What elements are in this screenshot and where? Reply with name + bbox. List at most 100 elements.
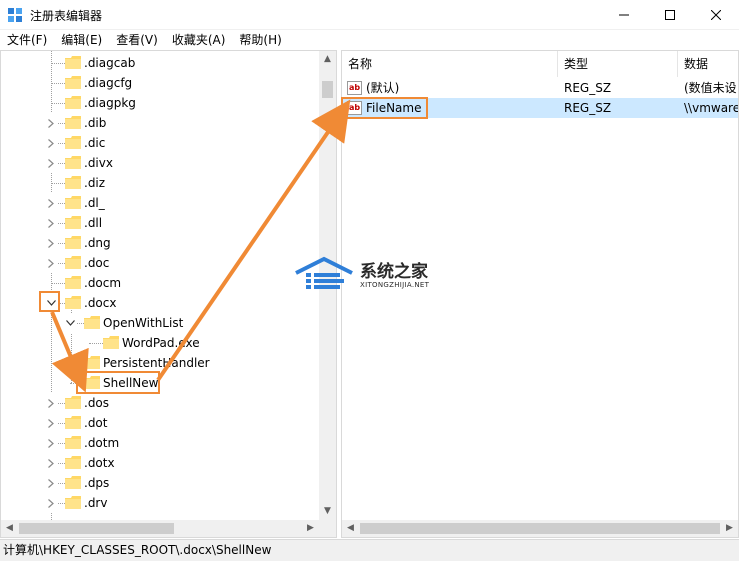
tree-connector-line: [89, 343, 103, 344]
folder-icon: [65, 476, 81, 489]
scrollbar-corner: [319, 520, 336, 537]
menu-help[interactable]: 帮助(H): [232, 30, 288, 50]
folder-icon: [103, 336, 119, 349]
values-hscroll-thumb[interactable]: [360, 523, 720, 534]
folder-icon: [65, 76, 81, 89]
tree-item-dng[interactable]: .dng: [1, 233, 319, 253]
folder-icon: [65, 236, 81, 249]
tree-item-dll[interactable]: .dll: [1, 213, 319, 233]
tree-item-shellnew[interactable]: ShellNew: [1, 373, 319, 393]
tree-item-label: .dic: [84, 136, 106, 150]
tree-item-persistenthandler[interactable]: PersistentHandler: [1, 353, 319, 373]
tree-item-dl-[interactable]: .dl_: [1, 193, 319, 213]
folder-icon: [65, 456, 81, 469]
chevron-right-icon[interactable]: [45, 473, 57, 493]
values-horizontal-scrollbar[interactable]: ◀ ▶: [342, 520, 738, 537]
tree-item-label: OpenWithList: [103, 316, 184, 330]
tree-item-dic[interactable]: .dic: [1, 133, 319, 153]
tree-item-divx[interactable]: .divx: [1, 153, 319, 173]
tree-item-drv[interactable]: .drv: [1, 493, 319, 513]
column-header-type[interactable]: 类型: [558, 51, 678, 77]
column-header-name[interactable]: 名称: [342, 51, 558, 77]
status-bar: 计算机\HKEY_CLASSES_ROOT\.docx\ShellNew: [0, 539, 739, 561]
tree-item-label: .dotx: [84, 456, 115, 470]
tree-item-label: .dl_: [84, 196, 105, 210]
value-name: (默认): [366, 81, 400, 95]
tree-item-dotx[interactable]: .dotx: [1, 453, 319, 473]
chevron-right-icon[interactable]: [45, 153, 57, 173]
tree-item-diagpkg[interactable]: .diagpkg: [1, 93, 319, 113]
filename-highlight-box: [341, 97, 428, 119]
tree-item-dos[interactable]: .dos: [1, 393, 319, 413]
tree-item-dotm[interactable]: .dotm: [1, 433, 319, 453]
scroll-down-icon[interactable]: ▼: [319, 503, 336, 520]
value-data: \\vmware: [684, 101, 738, 115]
tree-item-label: .dos: [84, 396, 110, 410]
maximize-icon: [665, 10, 675, 20]
chevron-right-icon[interactable]: [45, 193, 57, 213]
tree-item-diagcfg[interactable]: .diagcfg: [1, 73, 319, 93]
tree-item-openwithlist[interactable]: OpenWithList: [1, 313, 319, 333]
tree-item-docm[interactable]: .docm: [1, 273, 319, 293]
chevron-right-icon[interactable]: [45, 433, 57, 453]
shellnew-highlight-box: [76, 371, 160, 394]
close-button[interactable]: [693, 0, 739, 30]
scroll-up-icon[interactable]: ▲: [319, 51, 336, 68]
chevron-right-icon[interactable]: [45, 413, 57, 433]
menu-edit[interactable]: 编辑(E): [54, 30, 109, 50]
chevron-right-icon[interactable]: [45, 253, 57, 273]
expand-highlight-box: [39, 291, 60, 312]
tree-item-diz[interactable]: .diz: [1, 173, 319, 193]
tree-item-dib[interactable]: .dib: [1, 113, 319, 133]
tree-item-label: .dps: [84, 476, 110, 490]
close-icon: [711, 10, 721, 20]
folder-icon: [65, 136, 81, 149]
tree-item-label: PersistentHandler: [103, 356, 210, 370]
registry-editor-icon: [8, 8, 22, 22]
value-type: REG_SZ: [564, 81, 612, 95]
column-header-data[interactable]: 数据: [678, 51, 738, 77]
menu-favorites[interactable]: 收藏夹(A): [165, 30, 233, 50]
tree-connector-line: [51, 283, 65, 284]
chevron-right-icon[interactable]: [45, 233, 57, 253]
chevron-right-icon[interactable]: [45, 393, 57, 413]
folder-icon: [65, 496, 81, 509]
minimize-button[interactable]: [601, 0, 647, 30]
maximize-button[interactable]: [647, 0, 693, 30]
chevron-right-icon[interactable]: [45, 453, 57, 473]
folder-icon: [65, 116, 81, 129]
folder-icon: [84, 356, 100, 369]
tree-item-label: .dll: [84, 216, 103, 230]
menu-view[interactable]: 查看(V): [109, 30, 165, 50]
status-path: 计算机\HKEY_CLASSES_ROOT\.docx\ShellNew: [3, 543, 272, 557]
tree-item-doc[interactable]: .doc: [1, 253, 319, 273]
tree-connector-line: [51, 183, 65, 184]
tree-item-wordpad-exe[interactable]: WordPad.exe: [1, 333, 319, 353]
tree-connector-line: [51, 63, 65, 64]
menu-bar: 文件(F) 编辑(E) 查看(V) 收藏夹(A) 帮助(H): [0, 30, 739, 50]
chevron-right-icon[interactable]: [45, 113, 57, 133]
chevron-down-icon[interactable]: [64, 313, 76, 333]
tree-vscroll-thumb[interactable]: [322, 81, 333, 98]
tree-item-dot[interactable]: .dot: [1, 413, 319, 433]
chevron-right-icon[interactable]: [45, 213, 57, 233]
scroll-right-icon[interactable]: ▶: [302, 520, 319, 537]
value-type: REG_SZ: [564, 101, 612, 115]
folder-icon: [65, 256, 81, 269]
folder-icon: [65, 296, 81, 309]
tree-item-dps[interactable]: .dps: [1, 473, 319, 493]
tree-item-label: .dib: [84, 116, 107, 130]
tree-hscroll-thumb[interactable]: [19, 523, 174, 534]
tree-item-label: .dng: [84, 236, 111, 250]
scroll-left-icon[interactable]: ◀: [342, 520, 359, 537]
chevron-right-icon[interactable]: [45, 133, 57, 153]
watermark-logo: 系统之家 XITONGZHIJIA.NET: [294, 255, 444, 297]
chevron-right-icon[interactable]: [45, 493, 57, 513]
menu-file[interactable]: 文件(F): [0, 30, 54, 50]
value-row-default[interactable]: ab (默认) REG_SZ (数值未设: [342, 78, 738, 98]
scroll-right-icon[interactable]: ▶: [721, 520, 738, 537]
tree-horizontal-scrollbar[interactable]: ◀ ▶: [1, 520, 319, 537]
tree-item-diagcab[interactable]: .diagcab: [1, 53, 319, 73]
value-data: (数值未设: [684, 81, 737, 95]
scroll-left-icon[interactable]: ◀: [1, 520, 18, 537]
